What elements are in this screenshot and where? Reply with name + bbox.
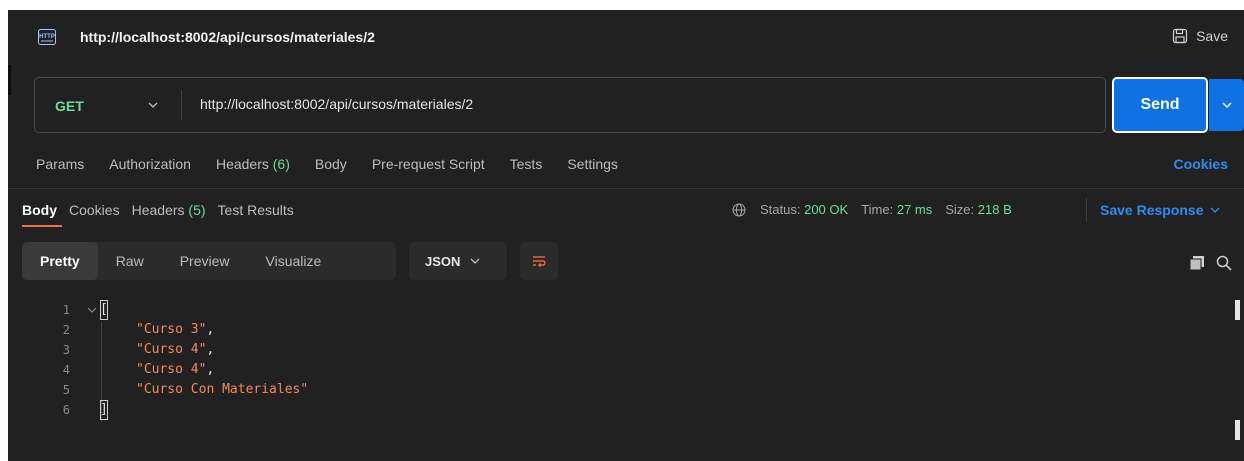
status-code[interactable]: Status: 200 OK	[760, 202, 848, 217]
time-value: 27 ms	[896, 202, 933, 217]
request-tabs: Params Authorization Headers (6) Body Pr…	[36, 156, 643, 176]
scrollbar-marker[interactable]	[1235, 420, 1240, 440]
send-button[interactable]: Send	[1112, 77, 1208, 133]
tab-response-headers-label: Headers	[131, 202, 185, 218]
tab-test-results[interactable]: Test Results	[218, 202, 294, 218]
divider	[8, 188, 1244, 189]
size-value: 218 B	[977, 202, 1012, 217]
globe-icon[interactable]	[732, 203, 746, 217]
wrap-lines-button[interactable]	[520, 242, 558, 280]
line-number: 6	[62, 403, 70, 417]
request-title[interactable]: http://localhost:8002/api/cursos/materia…	[80, 29, 375, 45]
json-string: "Curso 4",	[136, 340, 214, 360]
json-string-value: "Curso 4"	[136, 342, 207, 357]
search-icon[interactable]	[1216, 255, 1232, 271]
size-label: Size:	[945, 202, 975, 217]
view-visualize[interactable]: Visualize	[248, 242, 340, 280]
status-divider	[1086, 198, 1087, 222]
fold-chevron-icon[interactable]	[86, 304, 98, 316]
tab-authorization[interactable]: Authorization	[109, 156, 191, 176]
send-options-button[interactable]	[1209, 79, 1244, 131]
format-label: JSON	[425, 253, 461, 269]
code-line: 2 "Curso 3",	[8, 320, 1244, 340]
chevron-down-icon	[470, 258, 480, 264]
line-number: 4	[62, 363, 70, 377]
json-comma: ,	[206, 342, 215, 357]
format-select[interactable]: JSON	[409, 242, 507, 280]
view-mode-selector: Pretty Raw Preview Visualize	[22, 242, 396, 280]
json-string-value: "Curso Con Materiales"	[136, 382, 309, 397]
view-preview[interactable]: Preview	[162, 242, 248, 280]
tab-tests[interactable]: Tests	[510, 156, 543, 176]
chevron-down-icon[interactable]	[147, 99, 159, 111]
save-response-label: Save Response	[1100, 202, 1204, 218]
json-string-value: "Curso 4"	[136, 362, 207, 377]
view-raw[interactable]: Raw	[98, 242, 162, 280]
tab-headers[interactable]: Headers (6)	[216, 156, 290, 176]
json-bracket: ]	[100, 400, 108, 420]
response-body-editor[interactable]: 1 [ 2 "Curso 3", 3 "Curso 4", 4 "Curso 4…	[8, 296, 1244, 461]
url-input[interactable]	[200, 88, 1080, 120]
scrollbar-marker[interactable]	[1235, 300, 1240, 320]
tab-response-body[interactable]: Body	[22, 202, 57, 218]
tab-pre-request-script[interactable]: Pre-request Script	[372, 156, 485, 176]
chevron-down-icon	[1210, 207, 1219, 213]
wrap-lines-icon	[533, 256, 546, 267]
request-title-bar: HTTP http://localhost:8002/api/cursos/ma…	[8, 10, 1244, 65]
status-value: 200 OK	[804, 202, 849, 217]
response-tabs: Body Cookies Headers (5) Test Results	[22, 202, 306, 218]
code-line: 5 "Curso Con Materiales"	[8, 380, 1244, 400]
tab-body[interactable]: Body	[315, 156, 347, 176]
copy-icon[interactable]	[1190, 256, 1204, 270]
save-label: Save	[1196, 28, 1228, 44]
method-select[interactable]: GET	[55, 98, 84, 114]
http-icon: HTTP	[38, 29, 56, 45]
view-pretty[interactable]: Pretty	[22, 242, 98, 280]
tab-params[interactable]: Params	[36, 156, 84, 176]
line-number: 5	[62, 383, 70, 397]
response-status: Status: 200 OK Time: 27 ms Size: 218 B	[732, 202, 1025, 217]
json-comma: ,	[206, 362, 215, 377]
url-bar: GET	[34, 77, 1106, 133]
time-label: Time:	[861, 202, 894, 217]
response-headers-count: (5)	[188, 202, 206, 218]
response-size[interactable]: Size: 218 B	[945, 202, 1012, 217]
save-button[interactable]: Save	[1172, 28, 1228, 44]
cookies-link[interactable]: Cookies	[1174, 156, 1228, 172]
postman-window: HTTP http://localhost:8002/api/cursos/ma…	[8, 10, 1244, 461]
line-number: 2	[62, 323, 70, 337]
code-line: 1 [	[8, 300, 1244, 320]
json-bracket: [	[100, 300, 108, 320]
json-string-value: "Curso 3"	[136, 322, 207, 337]
code-line: 3 "Curso 4",	[8, 340, 1244, 360]
chevron-down-icon	[1222, 102, 1231, 108]
status-label: Status:	[760, 202, 801, 217]
line-number: 1	[62, 303, 70, 317]
json-string: "Curso 3",	[136, 320, 214, 340]
tab-settings[interactable]: Settings	[567, 156, 618, 176]
tab-headers-label: Headers	[215, 156, 269, 172]
code-line: 6 ]	[8, 400, 1244, 420]
tab-response-headers[interactable]: Headers (5)	[132, 202, 206, 218]
code-line: 4 "Curso 4",	[8, 360, 1244, 380]
save-icon	[1172, 28, 1188, 44]
svg-text:HTTP: HTTP	[39, 34, 55, 40]
response-time[interactable]: Time: 27 ms	[861, 202, 932, 217]
url-divider	[181, 90, 182, 120]
save-response-button[interactable]: Save Response	[1100, 202, 1220, 218]
tab-response-cookies[interactable]: Cookies	[69, 202, 120, 218]
json-comma: ,	[206, 322, 215, 337]
sidebar-edge	[8, 65, 11, 95]
active-tab-indicator	[22, 225, 62, 227]
headers-count: (6)	[272, 156, 290, 172]
json-string: "Curso 4",	[136, 360, 214, 380]
line-number: 3	[62, 343, 70, 357]
